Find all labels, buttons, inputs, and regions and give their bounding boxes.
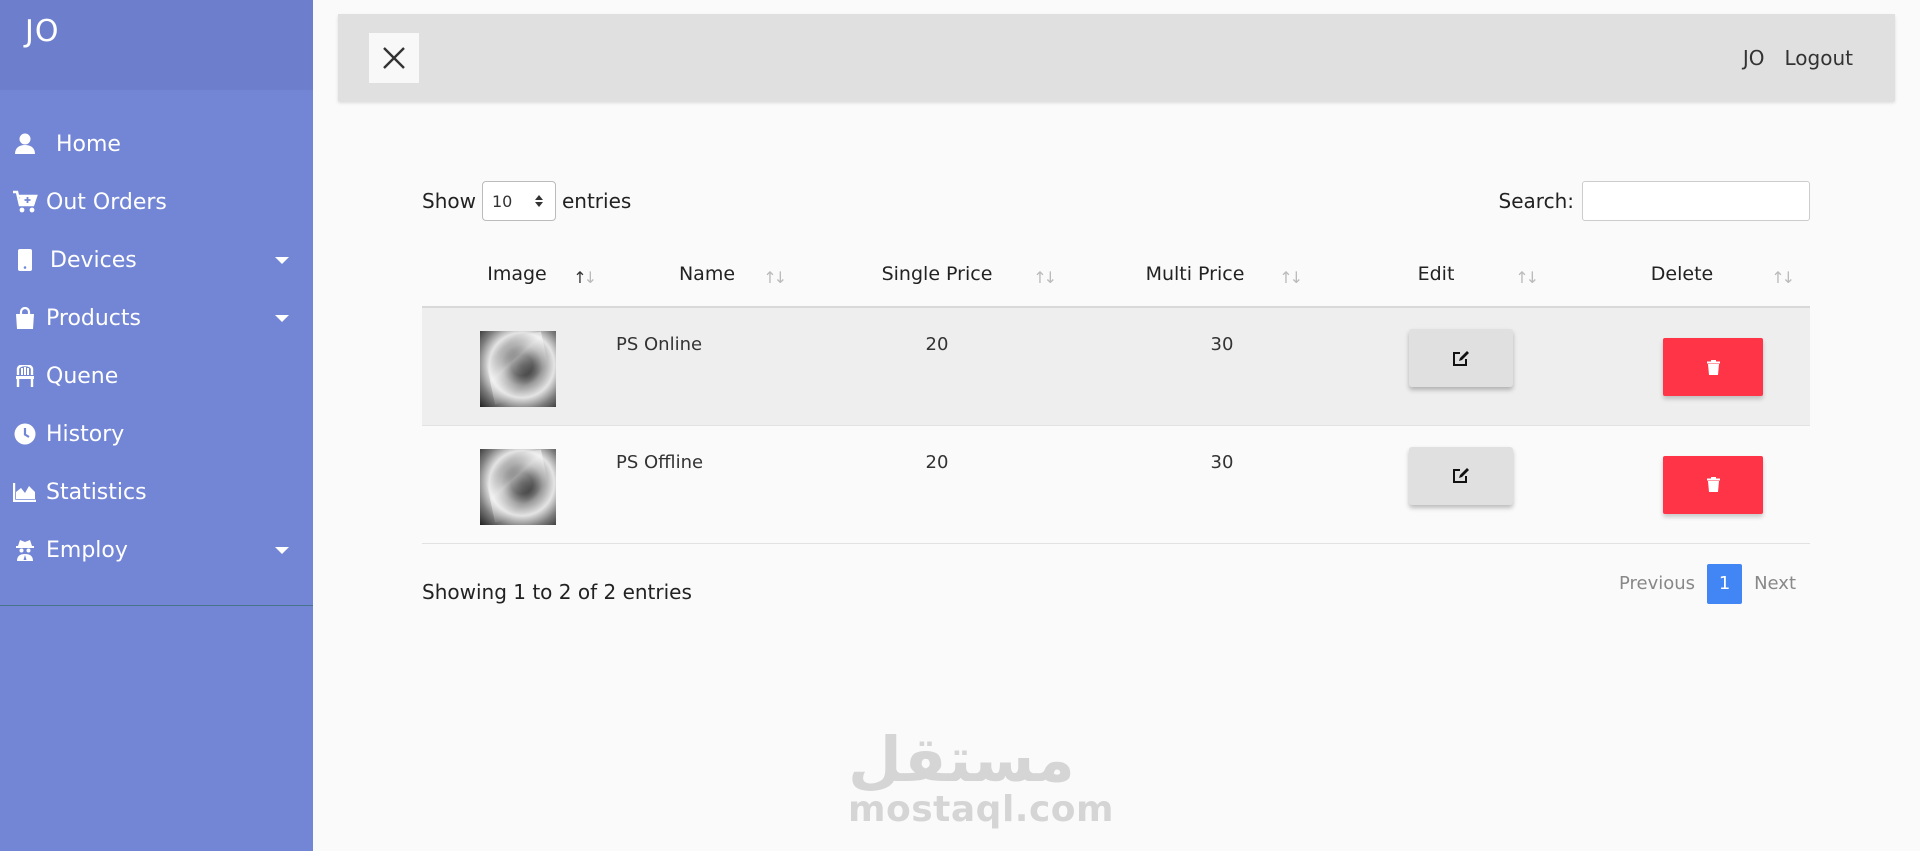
product-thumbnail <box>480 331 556 407</box>
area-chart-icon <box>12 479 38 505</box>
trash-icon <box>1706 359 1720 375</box>
sidebar-item-home[interactable]: Home <box>0 115 313 173</box>
table-header-row: Image ↑↓ Name ↑↓ Single Price ↑↓ Multi Pric… <box>422 242 1810 308</box>
close-icon <box>383 47 405 69</box>
sidebar-item-label: Home <box>56 131 121 157</box>
mobile-icon <box>12 247 38 273</box>
sidebar-item-label: Employ <box>46 537 128 563</box>
edit-cell <box>1318 425 1554 543</box>
cart-plus-icon <box>12 189 38 215</box>
name-cell: PS Online <box>616 334 703 355</box>
clock-icon <box>12 421 38 447</box>
sidebar-item-history[interactable]: History <box>0 405 313 463</box>
single-price-cell: 20 <box>925 334 949 355</box>
page-1-button[interactable]: 1 <box>1707 563 1743 604</box>
table-search: Search: <box>1499 181 1810 221</box>
chevron-down-icon <box>275 314 289 322</box>
sidebar-item-devices[interactable]: Devices <box>0 231 313 289</box>
edit-button[interactable] <box>1409 329 1513 387</box>
user-link[interactable]: JO <box>1743 46 1765 70</box>
delete-cell <box>1554 425 1810 543</box>
product-thumbnail <box>480 448 556 525</box>
search-input[interactable] <box>1582 181 1810 221</box>
edit-icon <box>1453 350 1469 366</box>
products-table-wrapper: Show 10 entries Search: Image ↑↓ Name ↑↓ S… <box>422 180 1810 604</box>
sort-icon: ↑↓ <box>1515 268 1539 287</box>
multi-price-cell: 30 <box>1210 334 1234 355</box>
logout-link[interactable]: Logout <box>1785 46 1853 70</box>
image-cell <box>422 425 612 543</box>
top-links: JO Logout <box>1723 14 1853 101</box>
sidebar-item-employ[interactable]: Employ <box>0 521 313 579</box>
edit-icon <box>1453 468 1469 483</box>
search-label: Search: <box>1498 189 1574 213</box>
trash-icon <box>1706 477 1720 492</box>
single-price-cell: 20 <box>925 451 949 473</box>
sidebar-item-out-orders[interactable]: Out Orders <box>0 173 313 231</box>
chevron-down-icon <box>275 546 289 554</box>
chair-icon <box>12 363 38 389</box>
sidebar-item-label: Statistics <box>46 479 147 505</box>
entries-select-value: 10 <box>491 191 513 211</box>
column-header-multi-price[interactable]: Multi Price ↑↓ <box>1072 242 1318 308</box>
table-row: PS Offline 20 30 <box>422 425 1810 543</box>
watermark: مستقل mostaql.com <box>848 723 1115 830</box>
sidebar-item-quene[interactable]: Quene <box>0 347 313 405</box>
chevron-down-icon <box>275 256 289 264</box>
sidebar-item-products[interactable]: Products <box>0 289 313 347</box>
sidebar: JO Home Out Orders Devices Products Quen… <box>0 0 313 851</box>
brand-logo[interactable]: JO <box>25 14 288 49</box>
delete-button[interactable] <box>1663 338 1763 396</box>
name-cell: PS Offline <box>616 451 704 473</box>
sort-icon: ↑↓ <box>1771 268 1795 287</box>
multi-price-cell: 30 <box>1210 451 1234 473</box>
select-arrows-icon <box>534 195 543 207</box>
sidebar-item-statistics[interactable]: Statistics <box>0 463 313 521</box>
sidebar-item-label: Products <box>46 305 141 331</box>
column-header-image[interactable]: Image ↑↓ <box>422 242 612 308</box>
sidebar-item-label: History <box>46 421 125 447</box>
edit-cell <box>1318 307 1554 425</box>
sidebar-item-label: Quene <box>46 363 119 389</box>
entries-select[interactable]: 10 <box>481 181 556 221</box>
user-icon <box>12 131 38 157</box>
delete-cell <box>1554 307 1810 425</box>
sidebar-nav: Home Out Orders Devices Products Quene H… <box>0 90 313 606</box>
shopping-bag-icon <box>12 305 38 331</box>
column-header-delete[interactable]: Delete ↑↓ <box>1554 242 1810 308</box>
table-row: PS Online 20 30 <box>422 307 1810 425</box>
pagination: Previous 1 Next <box>1619 563 1796 604</box>
edit-button[interactable] <box>1409 446 1513 505</box>
watermark-arabic: مستقل <box>848 723 1075 796</box>
sort-icon: ↑↓ <box>763 268 787 287</box>
sidebar-toggle-button[interactable] <box>369 33 419 83</box>
table-info: Showing 1 to 2 of 2 entries <box>422 579 692 604</box>
show-label: Show <box>422 189 476 213</box>
entries-label: entries <box>561 189 632 213</box>
watermark-latin: mostaql.com <box>848 789 1115 830</box>
column-header-single-price[interactable]: Single Price ↑↓ <box>802 242 1072 308</box>
previous-button[interactable]: Previous <box>1619 573 1695 594</box>
sidebar-header: JO <box>0 0 313 90</box>
products-table: Image ↑↓ Name ↑↓ Single Price ↑↓ Multi Pric… <box>422 242 1810 544</box>
top-navbar: JO Logout <box>338 14 1895 101</box>
table-controls: Show 10 entries Search: <box>422 180 1810 222</box>
sidebar-item-label: Devices <box>50 247 137 273</box>
delete-button[interactable] <box>1663 455 1763 514</box>
column-header-name[interactable]: Name ↑↓ <box>612 242 802 308</box>
entries-length: Show 10 entries <box>422 181 631 221</box>
column-header-edit[interactable]: Edit ↑↓ <box>1318 242 1554 308</box>
next-button[interactable]: Next <box>1754 573 1796 594</box>
image-cell <box>422 307 612 425</box>
table-footer: Showing 1 to 2 of 2 entries Previous 1 N… <box>422 563 1810 604</box>
sidebar-item-label: Out Orders <box>46 189 167 215</box>
sort-icon: ↑↓ <box>1033 268 1057 287</box>
sort-icon: ↑↓ <box>1279 268 1303 287</box>
user-secret-icon <box>12 537 38 563</box>
sort-asc-icon: ↑↓ <box>573 268 597 287</box>
